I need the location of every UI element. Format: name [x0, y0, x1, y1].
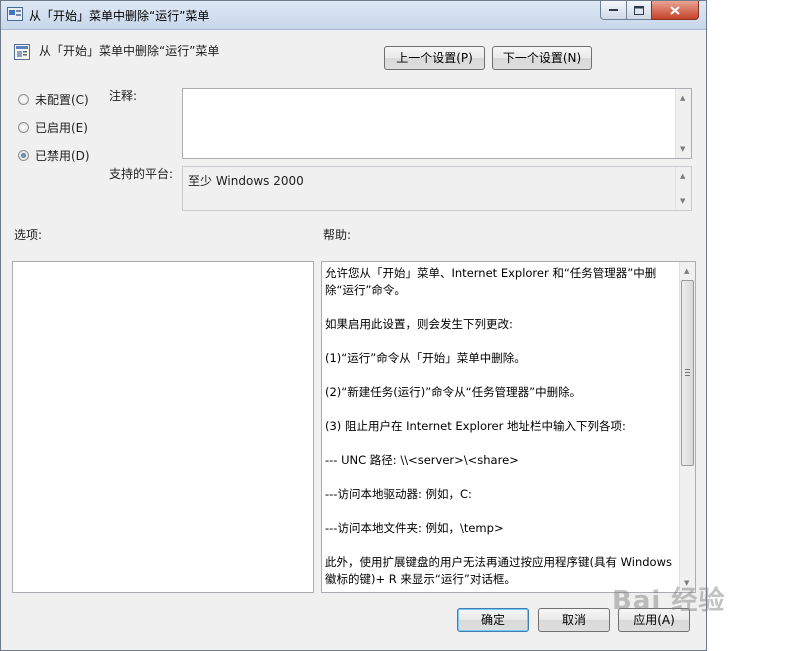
watermark: Bai 经验 [612, 586, 726, 616]
help-paragraph: (2)“新建任务(运行)”命令从“任务管理器”中删除。 [325, 385, 582, 399]
group-policy-icon [7, 7, 23, 21]
comment-label: 注释: [109, 89, 138, 103]
platform-scrollbar[interactable]: ▲ ▼ [675, 167, 691, 210]
close-icon [670, 5, 680, 15]
scroll-down-icon[interactable]: ▼ [680, 197, 685, 205]
platform-field: 至少 Windows 2000 ▲ ▼ [182, 166, 692, 211]
close-button[interactable] [651, 1, 699, 20]
cancel-button[interactable]: 取消 [538, 608, 610, 632]
help-panel[interactable]: 允许您从「开始」菜单、Internet Explorer 和“任务管理器”中删除… [321, 261, 696, 593]
window-title: 从「开始」菜单中删除“运行”菜单 [29, 9, 210, 23]
comment-scrollbar[interactable]: ▲ ▼ [675, 89, 691, 158]
help-scrollbar[interactable]: ▲ ▼ [679, 262, 695, 592]
next-setting-button[interactable]: 下一个设置(N) [492, 46, 592, 70]
previous-setting-button[interactable]: 上一个设置(P) [384, 46, 485, 70]
help-label: 帮助: [323, 228, 352, 242]
radio-disabled[interactable]: 已禁用(D) [18, 147, 90, 164]
radio-not-configured[interactable]: 未配置(C) [18, 91, 89, 108]
minimize-icon [609, 9, 618, 11]
comment-textarea[interactable]: ▲ ▼ [182, 88, 692, 159]
help-paragraph: (1)“运行”命令从「开始」菜单中删除。 [325, 351, 526, 365]
help-paragraph: --- UNC 路径: \\<server>\<share> [325, 453, 519, 467]
help-paragraph: (3) 阻止用户在 Internet Explorer 地址栏中输入下列各项: [325, 419, 626, 433]
ok-button[interactable]: 确定 [457, 608, 529, 632]
help-paragraph: ---访问本地驱动器: 例如，C: [325, 487, 472, 501]
policy-title: 从「开始」菜单中删除“运行”菜单 [39, 44, 220, 58]
maximize-button[interactable] [626, 1, 652, 20]
radio-circle[interactable] [18, 94, 29, 105]
help-paragraph: 如果启用此设置，则会发生下列更改: [325, 317, 513, 331]
platform-value: 至少 Windows 2000 [188, 174, 304, 188]
radio-enabled[interactable]: 已启用(E) [18, 119, 88, 136]
scroll-up-icon[interactable]: ▲ [680, 172, 685, 180]
scroll-down-icon[interactable]: ▼ [680, 145, 685, 153]
help-paragraph: 允许您从「开始」菜单、Internet Explorer 和“任务管理器”中删除… [325, 266, 657, 297]
policy-setting-icon [14, 44, 30, 60]
radio-not-configured-label: 未配置(C) [35, 93, 89, 107]
radio-enabled-label: 已启用(E) [35, 121, 88, 135]
options-panel [12, 261, 314, 593]
help-paragraph: ---访问本地文件夹: 例如，\temp> [325, 521, 504, 535]
platform-label: 支持的平台: [109, 167, 174, 181]
radio-circle-selected[interactable] [18, 150, 29, 161]
scroll-up-icon[interactable]: ▲ [684, 267, 689, 275]
help-text: 允许您从「开始」菜单、Internet Explorer 和“任务管理器”中删除… [325, 265, 677, 605]
scroll-up-icon[interactable]: ▲ [680, 94, 685, 102]
radio-disabled-label: 已禁用(D) [35, 149, 90, 163]
maximize-icon [634, 5, 644, 15]
minimize-button[interactable] [600, 1, 627, 20]
scrollbar-thumb[interactable] [681, 280, 694, 466]
options-label: 选项: [14, 228, 43, 242]
title-bar[interactable]: 从「开始」菜单中删除“运行”菜单 [1, 1, 706, 30]
radio-circle[interactable] [18, 122, 29, 133]
policy-dialog-window: 从「开始」菜单中删除“运行”菜单 从「开始」菜单中删除“运行”菜单 上一个设置(… [0, 0, 707, 651]
